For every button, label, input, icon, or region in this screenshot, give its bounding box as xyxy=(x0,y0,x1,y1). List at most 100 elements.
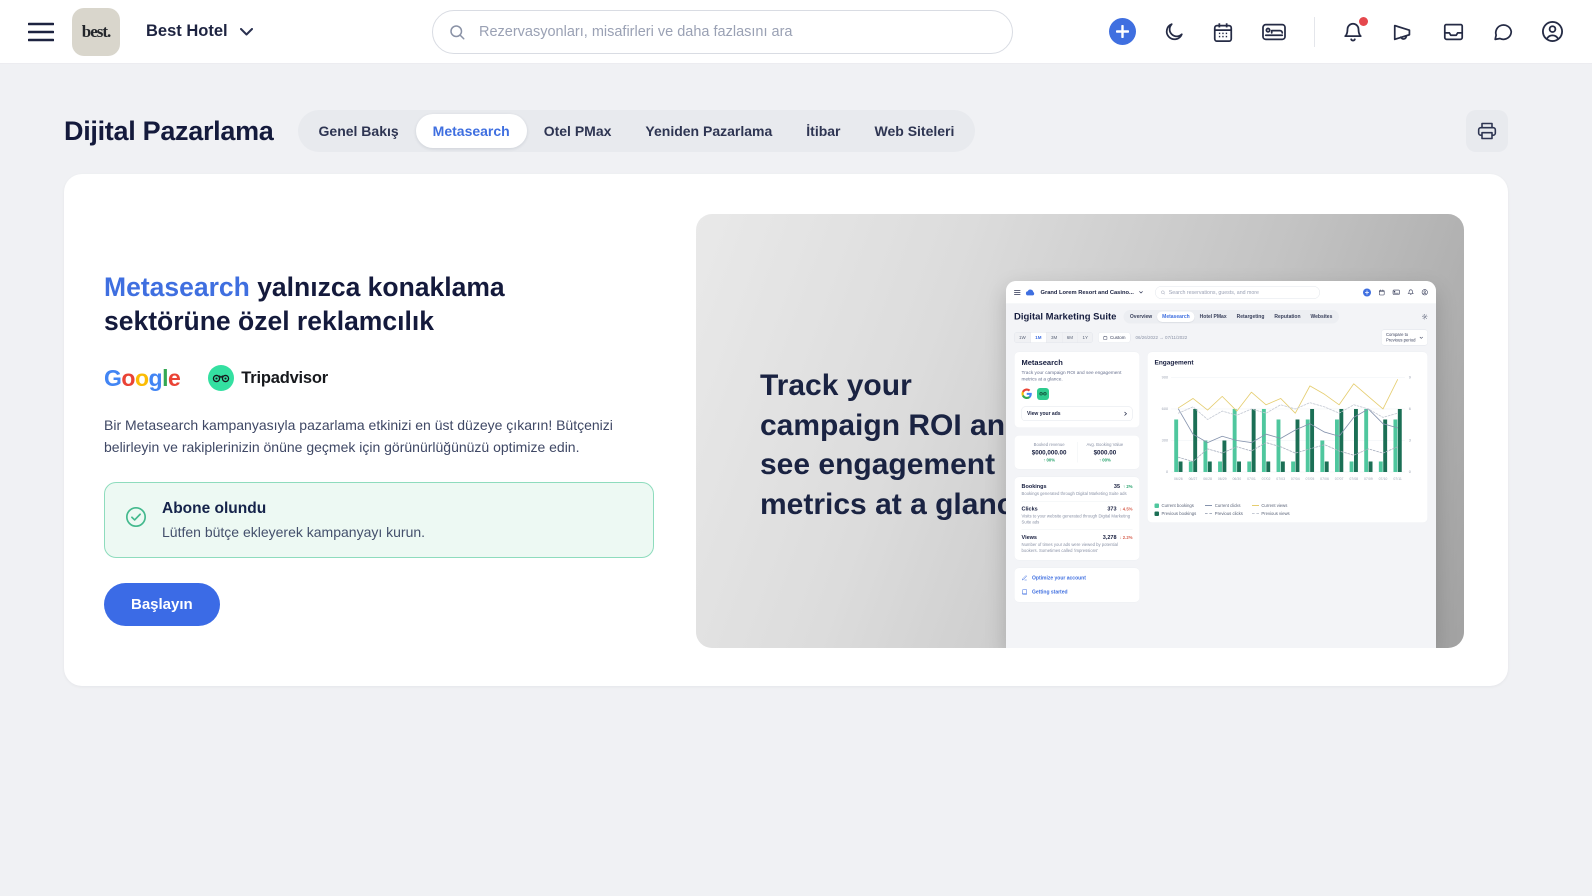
google-letter: o xyxy=(121,364,135,391)
mini-property-name: Grand Lorem Resort and Casino... xyxy=(1040,289,1134,296)
legend-item: Current views xyxy=(1251,503,1290,508)
print-button[interactable] xyxy=(1466,110,1508,152)
calendar-icon[interactable] xyxy=(1212,21,1234,43)
hamburger-menu-icon[interactable] xyxy=(28,22,54,42)
svg-text:0: 0 xyxy=(1166,469,1168,474)
mini-chevron-down-icon xyxy=(1138,291,1143,294)
tab-metasearch[interactable]: Metasearch xyxy=(415,114,527,148)
svg-text:07/04: 07/04 xyxy=(1291,477,1300,481)
hotel-switcher[interactable]: Best Hotel xyxy=(146,22,253,41)
topbar-divider xyxy=(1314,16,1315,47)
mini-body: Metasearch Track your campaign ROI and s… xyxy=(1006,350,1436,611)
legend-item: Current bookings xyxy=(1154,503,1197,508)
mini-tab-overview: Overview xyxy=(1129,314,1153,320)
svg-text:06/30: 06/30 xyxy=(1232,477,1241,481)
mini-links-card: Optimize your account Getting started xyxy=(1014,567,1140,603)
svg-text:07/05: 07/05 xyxy=(1306,477,1315,481)
headline: Metasearch yalnızca konaklama sektörüne … xyxy=(104,270,684,339)
google-letter: e xyxy=(167,364,181,391)
mini-avg-booking-value: Avg. Booking Value $000.00 ↑ 00% xyxy=(1076,441,1133,463)
svg-text:07/07: 07/07 xyxy=(1335,477,1344,481)
caption-line: campaign ROI and xyxy=(760,408,1024,442)
promo-image: Track your campaign ROI and see engageme… xyxy=(696,214,1464,648)
mini-booked-revenue: Booked revenue $000,000.00 ↑ 00% xyxy=(1031,441,1067,463)
mini-engagement-card: Engagement 0 300 600 900 0 3 6 9 06/26 06/27 06/28… xyxy=(1147,351,1428,524)
svg-text:07/09: 07/09 xyxy=(1364,477,1373,481)
tripadvisor-owl-icon xyxy=(208,365,235,392)
mini-cloud-logo xyxy=(1025,289,1036,296)
mini-left-column: Metasearch Track your campaign ROI and s… xyxy=(1014,351,1140,603)
tab-genel-bakis[interactable]: Genel Bakış xyxy=(302,114,416,148)
account-icon[interactable] xyxy=(1541,20,1564,43)
provider-logos: Google Tripadvisor xyxy=(104,365,684,392)
svg-text:07/02: 07/02 xyxy=(1262,477,1271,481)
notification-dot xyxy=(1359,16,1368,26)
mini-custom-range: Custom xyxy=(1098,332,1131,344)
svg-text:06/29: 06/29 xyxy=(1218,477,1227,481)
legend-item: Previous views xyxy=(1251,511,1290,516)
engagement-chart: 0 300 600 900 0 3 6 9 06/26 06/27 06/28 06/29 06/30 0… xyxy=(1162,375,1411,481)
mini-stat-clicks: Clicks 373 ↓ 4.5% Visits to your website… xyxy=(1021,501,1133,529)
mini-view-ads-label: View your ads xyxy=(1027,410,1061,417)
mini-range-6m: 6M xyxy=(1062,332,1079,343)
mini-engagement-title: Engagement xyxy=(1154,358,1194,367)
topbar: best. Best Hotel xyxy=(0,0,1592,64)
promo-caption: Track your campaign ROI and see engageme… xyxy=(760,366,1030,524)
mini-right-column: Engagement 0 300 600 900 0 3 6 9 06/26 06/27 06/28… xyxy=(1147,351,1428,603)
chevron-down-icon xyxy=(239,27,253,36)
svg-text:07/11: 07/11 xyxy=(1393,477,1402,481)
tab-otel-pmax[interactable]: Otel PMax xyxy=(527,114,629,148)
mini-chevron-right-icon xyxy=(1124,411,1127,416)
inbox-icon[interactable] xyxy=(1442,21,1465,43)
mini-range-3m: 3M xyxy=(1047,332,1063,343)
mini-head-icons xyxy=(1422,314,1429,321)
mini-range-1m: 1M xyxy=(1030,332,1047,343)
headline-highlight: Metasearch xyxy=(104,272,250,302)
tab-yeniden-pazarlama[interactable]: Yeniden Pazarlama xyxy=(628,114,789,148)
mini-dashboard-screenshot: Grand Lorem Resort and Casino... Search … xyxy=(1006,281,1436,648)
tab-web-siteleri[interactable]: Web Siteleri xyxy=(858,114,972,148)
headline-line2: sektörüne özel reklamcılık xyxy=(104,306,434,337)
svg-text:06/27: 06/27 xyxy=(1189,477,1198,481)
mini-custom-label: Custom xyxy=(1110,335,1126,341)
brand-logo[interactable]: best. xyxy=(72,7,120,56)
svg-text:600: 600 xyxy=(1162,406,1168,411)
hotel-name: Best Hotel xyxy=(146,22,228,40)
mini-link-optimize: Optimize your account xyxy=(1021,571,1133,585)
mini-hamburger-icon xyxy=(1014,289,1021,295)
create-new-button[interactable] xyxy=(1109,18,1136,45)
global-search xyxy=(432,10,1013,54)
rooms-bed-icon[interactable] xyxy=(1261,21,1287,43)
mini-view-ads-button: View your ads xyxy=(1021,406,1133,421)
mini-calendar-icon xyxy=(1379,289,1385,296)
dark-mode-icon[interactable] xyxy=(1163,21,1185,43)
mini-getting-started-icon xyxy=(1022,589,1027,595)
chat-bubble-icon[interactable] xyxy=(1492,21,1514,43)
mini-custom-calendar-icon xyxy=(1103,335,1108,340)
mini-account-icon xyxy=(1421,289,1428,296)
mini-page-head: Digital Marketing Suite Overview Metasea… xyxy=(1006,304,1436,325)
mini-compare-label: Compare to Previous period xyxy=(1385,332,1416,343)
legend-item: Current clicks xyxy=(1205,503,1243,508)
notifications-bell-icon[interactable] xyxy=(1342,16,1368,43)
tab-itibar[interactable]: İtibar xyxy=(789,114,857,148)
mini-tripadvisor-icon xyxy=(1037,387,1049,400)
start-button[interactable]: Başlayın xyxy=(104,583,220,627)
headline-rest: yalnızca konaklama xyxy=(249,272,505,302)
search-input[interactable] xyxy=(432,10,1013,54)
legend-item: Previous clicks xyxy=(1205,511,1243,516)
topbar-icons xyxy=(1109,16,1564,47)
mini-date-controls: 1W 1M 3M 6M 1Y Custom 06/26/2022 → 07/11… xyxy=(1006,325,1436,350)
svg-text:9: 9 xyxy=(1409,375,1411,380)
page-head: Dijital Pazarlama Genel Bakış Metasearch… xyxy=(64,110,1508,152)
announcements-megaphone-icon[interactable] xyxy=(1391,21,1415,43)
svg-text:0: 0 xyxy=(1409,469,1411,474)
subscription-status-box: Abone olundu Lütfen bütçe ekleyerek kamp… xyxy=(104,482,654,559)
mini-metasearch-title: Metasearch xyxy=(1021,358,1063,368)
mini-gear-icon xyxy=(1422,314,1428,320)
mini-metasearch-card: Metasearch Track your campaign ROI and s… xyxy=(1014,351,1140,428)
mini-provider-icons xyxy=(1021,387,1133,400)
mini-range-1y: 1Y xyxy=(1082,335,1089,341)
mini-range-group: 1W 1M 3M 6M 1Y xyxy=(1014,332,1094,344)
mini-compare-dropdown: Compare to Previous period xyxy=(1380,329,1428,346)
